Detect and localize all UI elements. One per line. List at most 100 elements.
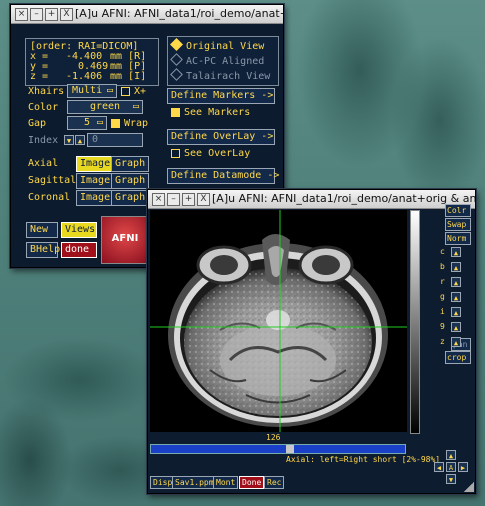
main-window-titlebar[interactable]: × – + X [A]u AFNI: AFNI_data1/roi_demo/a… — [11, 5, 283, 24]
arrow-up-icon[interactable]: ▲ — [446, 450, 456, 460]
side-control-b-button[interactable]: ▲ — [451, 262, 461, 272]
colr-button[interactable]: Colr — [445, 204, 471, 217]
gap-select[interactable]: 5 ▭ — [67, 116, 107, 130]
radio-icon — [170, 53, 183, 66]
image-info-label: Axial: left=Right short [2%-98%] — [286, 455, 441, 464]
radio-selected-icon — [170, 38, 183, 51]
coord-z-unit: mm [I] — [110, 71, 147, 82]
side-control-c-button[interactable]: ▲ — [451, 247, 461, 257]
x11-icon: X — [60, 8, 73, 21]
intensity-colorbar[interactable] — [410, 210, 420, 434]
side-letter-g: g — [440, 292, 445, 301]
wrap-toggle[interactable]: Wrap — [111, 118, 148, 129]
crop-button[interactable]: crop — [445, 351, 471, 364]
see-overlay-toggle[interactable]: See OverLay — [171, 148, 250, 159]
see-markers-toggle[interactable]: See Markers — [171, 107, 250, 118]
x11-icon: X — [197, 193, 210, 206]
axial-label: Axial — [28, 158, 59, 169]
coronal-image-button[interactable]: Image — [76, 190, 115, 206]
side-letter-z: z — [440, 337, 445, 346]
xplus-checkbox-icon — [121, 86, 130, 96]
slice-slider-value: 126 — [266, 433, 281, 442]
side-control-z-button[interactable]: ▲ — [451, 337, 461, 347]
sagittal-graph-button[interactable]: Graph — [111, 173, 150, 189]
image-window-titlebar[interactable]: × – + X [A]u AFNI: AFNI_data1/roi_demo/a… — [148, 190, 475, 209]
original-view-radio[interactable]: Original View — [170, 38, 265, 52]
index-label: Index — [28, 135, 59, 146]
coord-z-value: -1.406 — [66, 71, 103, 82]
define-markers-button[interactable]: Define Markers -> — [167, 88, 275, 104]
acpc-view-radio[interactable]: AC-PC Aligned — [170, 53, 264, 67]
wrap-label: Wrap — [124, 118, 149, 129]
original-view-label: Original View — [186, 41, 265, 52]
image-window-title: [A]u AFNI: AFNI_data1/roi_demo/anat+orig… — [212, 192, 475, 205]
image-done-button[interactable]: Done — [239, 476, 265, 489]
side-control-9-button[interactable]: ▲ — [451, 322, 461, 332]
xhairs-select[interactable]: Multi ▭ — [67, 84, 117, 98]
afni-logo[interactable]: AFNI — [101, 216, 149, 264]
color-value: green — [89, 101, 121, 112]
index-down-arrow-icon[interactable]: ▼ — [64, 135, 74, 145]
new-button[interactable]: New — [26, 222, 58, 238]
norm-button[interactable]: Norm — [445, 232, 471, 245]
done-button[interactable]: done — [61, 242, 97, 258]
views-button[interactable]: Views — [61, 222, 97, 238]
mont-button[interactable]: Mont — [213, 476, 239, 489]
side-control-r-button[interactable]: ▲ — [451, 277, 461, 287]
minimize-icon[interactable]: – — [167, 193, 180, 206]
radio-icon — [170, 68, 183, 81]
swap-button[interactable]: Swap — [445, 218, 471, 231]
coronal-graph-button[interactable]: Graph — [111, 190, 150, 206]
save-ppm-button[interactable]: Sav1.ppm — [172, 476, 217, 489]
index-input[interactable]: 0 — [87, 133, 143, 147]
sagittal-image-button[interactable]: Image — [76, 173, 115, 189]
arrow-down-icon[interactable]: ▼ — [446, 474, 456, 484]
color-label: Color — [28, 102, 59, 113]
afni-logo-text: AFNI — [111, 233, 139, 244]
see-overlay-checkbox-icon — [171, 148, 180, 158]
maximize-icon[interactable]: + — [45, 8, 58, 21]
close-icon[interactable]: × — [152, 193, 165, 206]
arrow-center-icon[interactable]: A — [446, 462, 456, 472]
index-up-arrow-icon[interactable]: ▲ — [75, 135, 85, 145]
xhairs-label: Xhairs — [28, 86, 65, 97]
side-letter-9: 9 — [440, 322, 445, 331]
see-markers-label: See Markers — [184, 107, 251, 118]
arrow-left-icon[interactable]: ◀ — [434, 462, 444, 472]
see-markers-checkbox-icon — [171, 107, 180, 117]
xplus-label: X+ — [134, 86, 147, 97]
xplus-toggle[interactable]: X+ — [121, 86, 146, 97]
slice-slider[interactable] — [150, 444, 406, 454]
view-selector-panel: Original View AC-PC Aligned Talairach Vi… — [167, 36, 279, 86]
define-overlay-button[interactable]: Define OverLay -> — [167, 129, 275, 145]
define-datamode-button[interactable]: Define Datamode -> — [167, 168, 279, 184]
talairach-view-radio[interactable]: Talairach View — [170, 68, 271, 82]
arrow-right-icon[interactable]: ▶ — [458, 462, 468, 472]
axial-image-button[interactable]: Image — [76, 156, 115, 172]
color-select[interactable]: green ▭ — [67, 100, 143, 114]
axial-brain-slice — [150, 210, 407, 432]
axial-graph-button[interactable]: Graph — [111, 156, 150, 172]
side-control-i-button[interactable]: ▲ — [451, 307, 461, 317]
slice-slider-thumb[interactable] — [286, 445, 294, 453]
afni-image-window: × – + X [A]u AFNI: AFNI_data1/roi_demo/a… — [147, 189, 476, 494]
mri-image-canvas[interactable] — [150, 210, 407, 432]
wrap-checkbox-icon — [111, 118, 120, 128]
side-letter-r: r — [440, 277, 445, 286]
chevron-down-icon: ▭ — [132, 101, 139, 112]
gap-value: 5 — [83, 117, 91, 128]
side-letter-c: c — [440, 247, 445, 256]
resize-grip-icon[interactable] — [464, 482, 474, 492]
talairach-view-label: Talairach View — [186, 71, 271, 82]
minimize-icon[interactable]: – — [30, 8, 43, 21]
side-control-g-button[interactable]: ▲ — [451, 292, 461, 302]
side-letter-i: i — [440, 307, 445, 316]
maximize-icon[interactable]: + — [182, 193, 195, 206]
bhelp-button[interactable]: BHelp — [26, 242, 60, 258]
chevron-down-icon: ▭ — [96, 117, 103, 128]
chevron-down-icon: ▭ — [106, 85, 113, 96]
index-value: 0 — [92, 134, 99, 145]
close-icon[interactable]: × — [15, 8, 28, 21]
rec-button[interactable]: Rec — [264, 476, 285, 489]
coordinate-panel[interactable]: [order: RAI=DICOM] x = -4.400 mm [R] y =… — [25, 38, 159, 86]
